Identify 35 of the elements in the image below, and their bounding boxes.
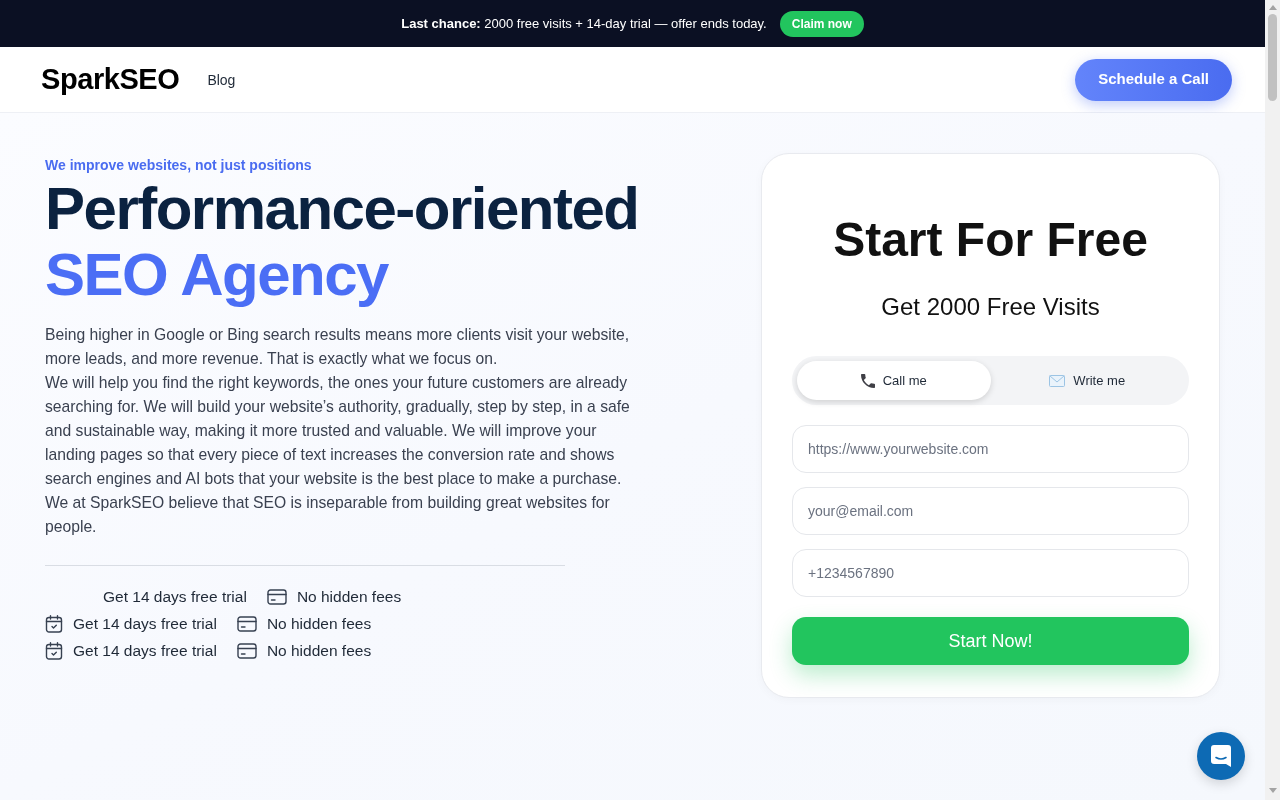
logo[interactable]: SparkSEO — [41, 65, 180, 94]
schedule-call-button[interactable]: Schedule a Call — [1075, 58, 1232, 101]
input-field[interactable]: +1234567890 — [792, 549, 1189, 597]
feature-text: No hidden fees — [296, 587, 402, 606]
chat-icon — [1210, 744, 1232, 768]
feature-text: No hidden fees — [266, 641, 372, 660]
down-arrow-icon[interactable] — [1268, 788, 1277, 793]
scrollbar-thumb[interactable] — [1268, 14, 1277, 101]
feature-text: No hidden fees — [266, 614, 372, 633]
body-text: We will help you find the right keywords, the ones your future customers are already searching for. We will build your website’s authority, gradually, step by step, in a safe and sustainable way, making it more trusted and valuable. We will improve your landing pages so that every piece of text increases the conversion rate and shows search engines and AI bots that your website is the best place to make a purchase. — [45, 373, 631, 489]
tagline: We improve websites, not just positions — [45, 156, 312, 174]
credit-card-icon — [266, 588, 287, 605]
phone-icon — [860, 373, 875, 388]
scrollbar[interactable] — [1265, 0, 1280, 800]
headline-text: SEO Agency — [45, 242, 388, 308]
up-arrow-icon[interactable] — [1268, 5, 1277, 10]
input-field[interactable]: your@email.com — [792, 487, 1189, 535]
calendar-check-icon — [45, 641, 63, 660]
credit-card-icon — [236, 615, 257, 632]
contact-tab[interactable]: Call me — [797, 361, 991, 400]
body-text: We at SparkSEO believe that SEO is inseparable from building great websites for people. — [45, 493, 611, 537]
body-text: Being higher in Google or Bing search results means more clients visit your website, more leads, and more revenue. That is exactly what we focus on. — [45, 325, 631, 369]
card-subtitle: Get 2000 Free Visits — [880, 292, 1101, 322]
headline-text: Performance-oriented — [45, 176, 639, 242]
calendar-check-icon — [45, 614, 63, 633]
nav-link[interactable]: Blog — [207, 70, 236, 91]
card-title: Start For Free — [832, 212, 1149, 268]
input-field[interactable]: https://www.yourwebsite.com — [792, 425, 1189, 473]
feature-text: Get 14 days free trial — [73, 641, 217, 660]
promo-text: Last chance: 2000 free visits + 14-day trial — offer ends today. — [401, 14, 767, 33]
feature-text: Get 14 days free trial — [103, 587, 247, 606]
feature-text: Get 14 days free trial — [73, 614, 217, 633]
contact-tab[interactable]: Write me — [990, 361, 1184, 400]
envelope-icon — [1049, 374, 1066, 387]
credit-card-icon — [236, 642, 257, 659]
